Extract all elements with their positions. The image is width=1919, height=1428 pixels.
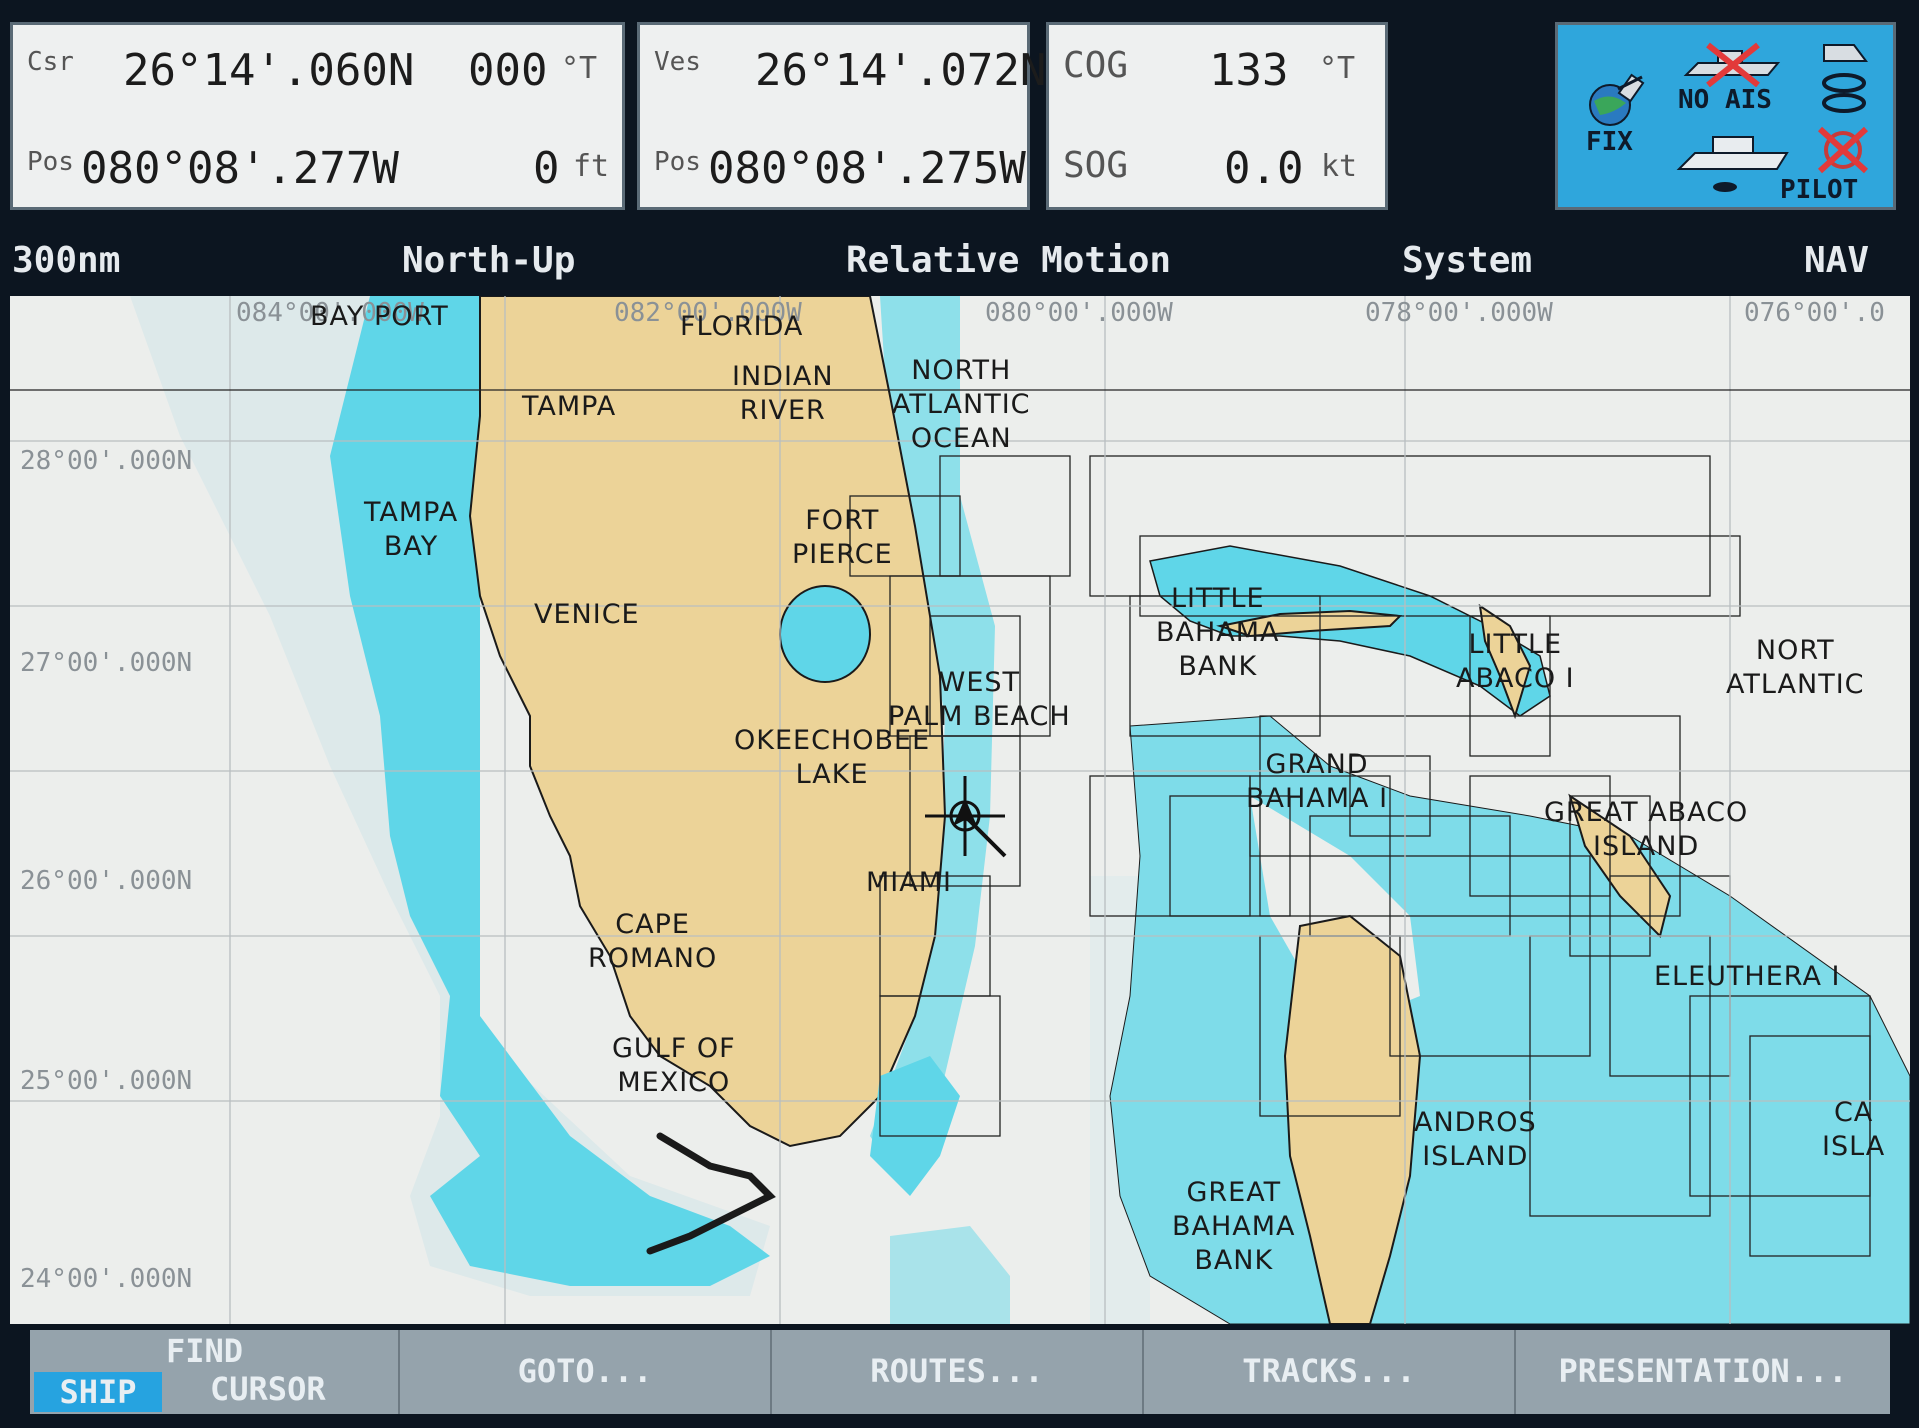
chart-header-bar: 300nm North-Up Relative Motion System NA… xyxy=(0,236,1919,286)
cog-label: COG xyxy=(1063,45,1129,86)
softkey-find-label: FIND xyxy=(166,1332,244,1370)
cursor-range: 0 xyxy=(533,143,560,194)
place-great-bahama-bank: GREAT BAHAMA BANK xyxy=(1172,1177,1296,1276)
lon-label-076: 076°00'.0 xyxy=(1744,298,1885,328)
fix-label: FIX xyxy=(1586,127,1633,157)
lat-label-27: 27°00'.000N xyxy=(20,648,193,678)
vessel-longitude: 080°08'.275W xyxy=(708,143,1026,194)
softkey-tracks-label: TRACKS... xyxy=(1242,1352,1416,1390)
place-florida: FLORIDA xyxy=(680,311,804,342)
lat-label-26: 26°00'.000N xyxy=(20,866,193,896)
pilot-label: PILOT xyxy=(1780,175,1859,205)
softkey-routes[interactable]: ROUTES... xyxy=(772,1330,1144,1414)
cuba-shelf xyxy=(870,1056,960,1196)
vessel-latitude: 26°14'.072N xyxy=(755,45,1047,96)
cursor-label: Csr xyxy=(27,47,74,77)
cursor-longitude: 080°08'.277W xyxy=(81,143,399,194)
place-tampa-bay: TAMPA BAY xyxy=(364,497,459,562)
place-cat-island: CA ISLA xyxy=(1822,1097,1886,1162)
place-north-atlantic: NORT ATLANTIC xyxy=(1726,635,1865,700)
cursor-latitude: 26°14'.060N xyxy=(123,45,415,96)
softkey-presentation[interactable]: PRESENTATION... xyxy=(1516,1330,1890,1414)
ais-ship-crossed-icon xyxy=(1683,42,1781,87)
place-cape-romano: CAPE ROMANO xyxy=(588,909,718,974)
cog-unit: °T xyxy=(1319,51,1356,86)
vessel-position-box: Ves 26°14'.072N Pos 080°08'.275W xyxy=(637,22,1046,210)
softkey-goto[interactable]: GOTO... xyxy=(400,1330,772,1414)
lat-label-24: 24°00'.000N xyxy=(20,1264,193,1294)
status-panel: FIX NO AIS PILOT xyxy=(1555,22,1896,210)
softkey-cursor-label: CURSOR xyxy=(210,1370,326,1408)
lake-okeechobee xyxy=(779,585,871,683)
southern-shoal xyxy=(890,1226,1010,1324)
place-north-atlantic-ocean: NORTH ATLANTIC OCEAN xyxy=(892,355,1031,454)
depth-transducer-icon xyxy=(1822,44,1868,113)
ais-label: NO AIS xyxy=(1678,85,1772,115)
cursor-pos-label: Pos xyxy=(27,147,74,177)
vessel-boat-icon xyxy=(1676,136,1789,192)
lon-label-080: 080°00'.000W xyxy=(985,298,1173,328)
cursor-bearing-unit: °T xyxy=(561,51,598,86)
place-venice: VENICE xyxy=(534,599,640,630)
place-bay-port: BAY PORT xyxy=(310,301,449,332)
ship-mode-button[interactable]: SHIP xyxy=(34,1372,162,1412)
softkey-tracks[interactable]: TRACKS... xyxy=(1144,1330,1516,1414)
place-grand-bahama: GRAND BAHAMA I xyxy=(1246,749,1389,814)
system-datum: System xyxy=(1402,240,1533,281)
course-speed-box: COG 133 °T SOG 0.0 kt xyxy=(1046,22,1388,210)
sog-unit: kt xyxy=(1321,149,1358,184)
place-great-abaco: GREAT ABACO ISLAND xyxy=(1544,797,1749,862)
vessel-pos-label: Pos xyxy=(654,147,701,177)
nautical-chart[interactable]: 084°00'.000W 082°00'.000W 080°00'.000W 0… xyxy=(10,296,1910,1324)
cursor-range-unit: ft xyxy=(573,149,610,184)
lat-label-25: 25°00'.000N xyxy=(20,1066,193,1096)
lon-label-078: 078°00'.000W xyxy=(1365,298,1553,328)
softkey-routes-label: ROUTES... xyxy=(870,1352,1044,1390)
sog-label: SOG xyxy=(1063,145,1129,186)
place-fort-pierce: FORT PIERCE xyxy=(792,505,893,570)
place-andros: ANDROS ISLAND xyxy=(1414,1107,1537,1172)
cog-value: 133 xyxy=(1209,45,1289,96)
place-okeechobee-lake: OKEECHOBEE LAKE xyxy=(734,725,931,790)
softkey-bar: FIND CURSOR GOTO... ROUTES... TRACKS... … xyxy=(30,1330,1890,1414)
motion-mode[interactable]: Relative Motion xyxy=(846,240,1171,281)
vessel-label: Ves xyxy=(654,47,701,77)
place-eleuthera: ELEUTHERA I xyxy=(1654,961,1841,992)
gps-satellite-icon xyxy=(1589,73,1645,126)
place-miami: MIAMI xyxy=(866,867,952,898)
lat-label-28: 28°00'.000N xyxy=(20,446,193,476)
cursor-bearing: 000 xyxy=(468,45,548,96)
nav-page-label: NAV xyxy=(1804,240,1870,281)
place-indian-river: INDIAN RIVER xyxy=(732,361,834,426)
softkey-goto-label: GOTO... xyxy=(517,1352,653,1390)
place-little-abaco: LITTLE ABACO I xyxy=(1456,629,1575,694)
sog-value: 0.0 xyxy=(1224,143,1304,194)
autopilot-crossed-icon xyxy=(1817,126,1869,174)
place-gulf-of-mexico: GULF OF MEXICO xyxy=(612,1033,736,1098)
orientation-mode[interactable]: North-Up xyxy=(402,240,575,281)
range-scale[interactable]: 300nm xyxy=(12,240,120,281)
cursor-position-box: Csr 26°14'.060N 000 °T Pos 080°08'.277W … xyxy=(10,22,625,210)
place-tampa: TAMPA xyxy=(522,391,617,422)
place-little-bahama-bank: LITTLE BAHAMA BANK xyxy=(1156,583,1280,682)
softkey-presentation-label: PRESENTATION... xyxy=(1558,1352,1848,1390)
